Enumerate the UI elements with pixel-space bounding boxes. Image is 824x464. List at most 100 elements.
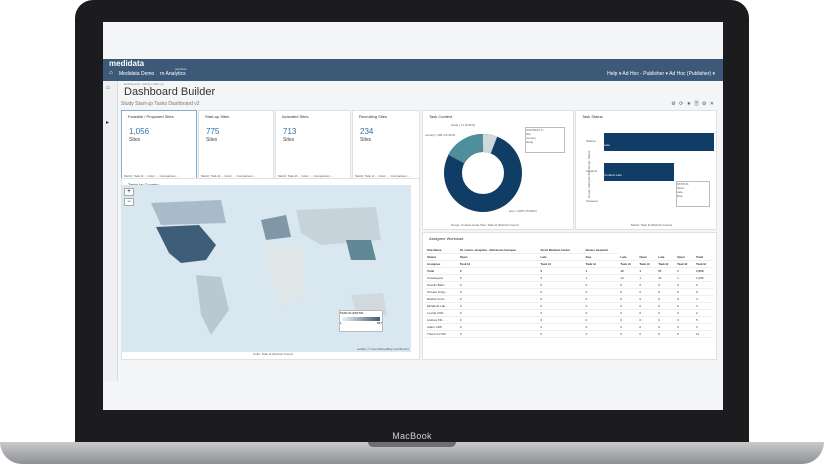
- table-cell: 0: [618, 281, 638, 289]
- table-cell: 0: [675, 316, 695, 324]
- table-cell: 0: [618, 323, 638, 331]
- table-cell: 1: [675, 267, 695, 275]
- table-cell: 0: [656, 288, 676, 296]
- table-cell: Open: [637, 253, 657, 261]
- table-cell: Due: [583, 253, 619, 261]
- app-logo: medidata: [109, 59, 145, 68]
- home-icon[interactable]: ⌂: [106, 85, 110, 91]
- table-row: Andrew Fth... 0 0 0 0 0 0 0 5: [425, 316, 713, 324]
- table-cell: 0: [656, 323, 676, 331]
- bar-label: Conduct Late: [604, 173, 622, 177]
- map-footer: Color: Task Id (Distinct Count): [253, 352, 293, 356]
- table-cell: 0: [675, 309, 695, 317]
- kpi-unit: Sites: [283, 137, 295, 143]
- table-cell: 0: [637, 295, 657, 303]
- country-brazil: [196, 275, 229, 335]
- country-china: [346, 240, 376, 260]
- table-cell: 0: [583, 302, 619, 310]
- table-cell: Assignee: [425, 260, 458, 268]
- table-cell: Task Id: [538, 260, 584, 268]
- table-cell: Open: [457, 253, 539, 261]
- table-cell: 4: [694, 295, 713, 303]
- kpi-unit: Sites: [206, 137, 218, 143]
- legend-max: 657: [376, 321, 382, 325]
- table-cell: 0: [637, 316, 657, 324]
- table-cell: 6: [694, 281, 713, 289]
- table-cell: 0: [538, 323, 584, 331]
- table-cell: 0: [457, 309, 539, 317]
- context-panel: Task Context study | 71 (5.81%) country …: [422, 110, 574, 230]
- status-footer: Metric: Task Id (Distinct Count): [631, 223, 672, 227]
- expand-icon[interactable]: ▸: [106, 119, 109, 126]
- map-attribution: Leaflet | © OpenStreetMap contributors: [356, 347, 409, 351]
- table-cell: 0: [675, 330, 695, 338]
- legend-title: TASK ID (DISTIN...: [340, 311, 366, 315]
- table-row: Rachel Conn... 0 0 0 0 0 0 0 4: [425, 295, 713, 303]
- context-legend: CONTEXT C... site country study: [525, 127, 565, 153]
- country-russia: [296, 207, 381, 245]
- study-selector[interactable]: Medidata Demo: [119, 71, 154, 77]
- row-conduct: Conduct: [586, 169, 598, 173]
- table-cell: 0: [457, 323, 539, 331]
- app-screen: medidata ⌂ Medidata Demo autohide rn Ana…: [103, 22, 723, 410]
- table-cell: Task Id: [457, 260, 539, 268]
- legend-min: 1: [340, 321, 342, 325]
- zoom-out-button[interactable]: −: [124, 198, 134, 206]
- table-cell: 0: [538, 302, 584, 310]
- legend-item-study: study: [526, 140, 534, 144]
- table-cell: Late: [538, 253, 584, 261]
- table-row: Unassigned 5 5 1 12 1 31 1 1,056: [425, 274, 713, 282]
- table-row: Adam CDP 0 0 0 0 0 0 0 3: [425, 323, 713, 331]
- table-cell: Adam CDP: [425, 323, 458, 331]
- table-cell: 2: [694, 309, 713, 317]
- context-footer: Group: Context Code Size: Task Id (Disti…: [451, 223, 519, 227]
- page-title: Dashboard Builder: [124, 86, 216, 98]
- table-cell: 0: [637, 288, 657, 296]
- table-cell: 0: [637, 330, 657, 338]
- table-cell: Terrace Smig...: [425, 288, 458, 296]
- left-rail: ⌂ ▸: [103, 81, 118, 381]
- country-africa: [266, 245, 306, 310]
- table-cell: 0: [457, 281, 539, 289]
- kpi-value: 234: [360, 127, 374, 136]
- table-cell: 0: [618, 288, 638, 296]
- table-cell: 0: [656, 281, 676, 289]
- table-cell: Late: [618, 253, 638, 261]
- table-cell: 0: [618, 316, 638, 324]
- top-bar: medidata ⌂ Medidata Demo autohide rn Ana…: [103, 59, 723, 81]
- workload-table: Site Name St. Luke's Hospital - Allentown…: [425, 247, 713, 338]
- table-cell: 0: [618, 330, 638, 338]
- home-icon[interactable]: ⌂: [109, 70, 113, 76]
- bar-startup[interactable]: Late: [604, 133, 714, 151]
- table-cell: Status: [425, 253, 458, 261]
- slice-label-site: site | 1,005 (79.09%): [509, 209, 537, 213]
- world-map[interactable]: + − TASK ID (DISTIN... 1 657 Leaflet | ©…: [121, 185, 411, 352]
- table-cell: Task Id: [656, 260, 676, 268]
- kpi-card-feasible[interactable]: Feasible / Proposed Sites 1,056 Sites Me…: [121, 110, 197, 180]
- zoom-in-button[interactable]: +: [124, 188, 134, 196]
- table-cell: Task Id: [637, 260, 657, 268]
- kpi-card-activated[interactable]: Activated Sites 713 Sites Metric: Task I…: [275, 110, 351, 180]
- table-cell: 0: [538, 281, 584, 289]
- table-cell: 5: [694, 288, 713, 296]
- legend-gradient: [342, 317, 380, 321]
- kpi-card-startup[interactable]: Start-up Sites 775 Sites Metric: Task Id…: [198, 110, 274, 180]
- dashboard-subtitle[interactable]: Study Start-up Tasks Dashboard v2: [121, 101, 200, 107]
- header-menus[interactable]: Help ▾ Ad Hoc - Publisher ▾ Ad Hoc (Publ…: [607, 71, 715, 77]
- table-cell: 12: [618, 267, 638, 275]
- status-panel: Task Status Group: Lifecycle Sub-Group: …: [575, 110, 717, 230]
- table-cell: 0: [538, 295, 584, 303]
- table-row: Total 5 5 1 12 1 57 1 1,056: [425, 267, 713, 275]
- kpi-card-recruiting[interactable]: Recruiting Sites 234 Sites Metric: Task …: [352, 110, 420, 180]
- map-legend: TASK ID (DISTIN... 1 657: [339, 310, 383, 332]
- status-legend: STATUS Open Late Due: [676, 181, 710, 207]
- table-cell: 5: [694, 316, 713, 324]
- dashboard-toolbar[interactable]: ⚙ ⟳ ★ 🗎 ⚙ ✕: [671, 101, 715, 109]
- table-cell: 0: [637, 302, 657, 310]
- kpi-value: 775: [206, 127, 220, 136]
- table-cell: 31: [656, 274, 676, 282]
- table-cell: 1: [637, 267, 657, 275]
- bar-conduct[interactable]: Conduct Late: [604, 163, 674, 181]
- table-cell: Kevelin Bath...: [425, 281, 458, 289]
- app-selector[interactable]: rn Analytics: [160, 71, 186, 77]
